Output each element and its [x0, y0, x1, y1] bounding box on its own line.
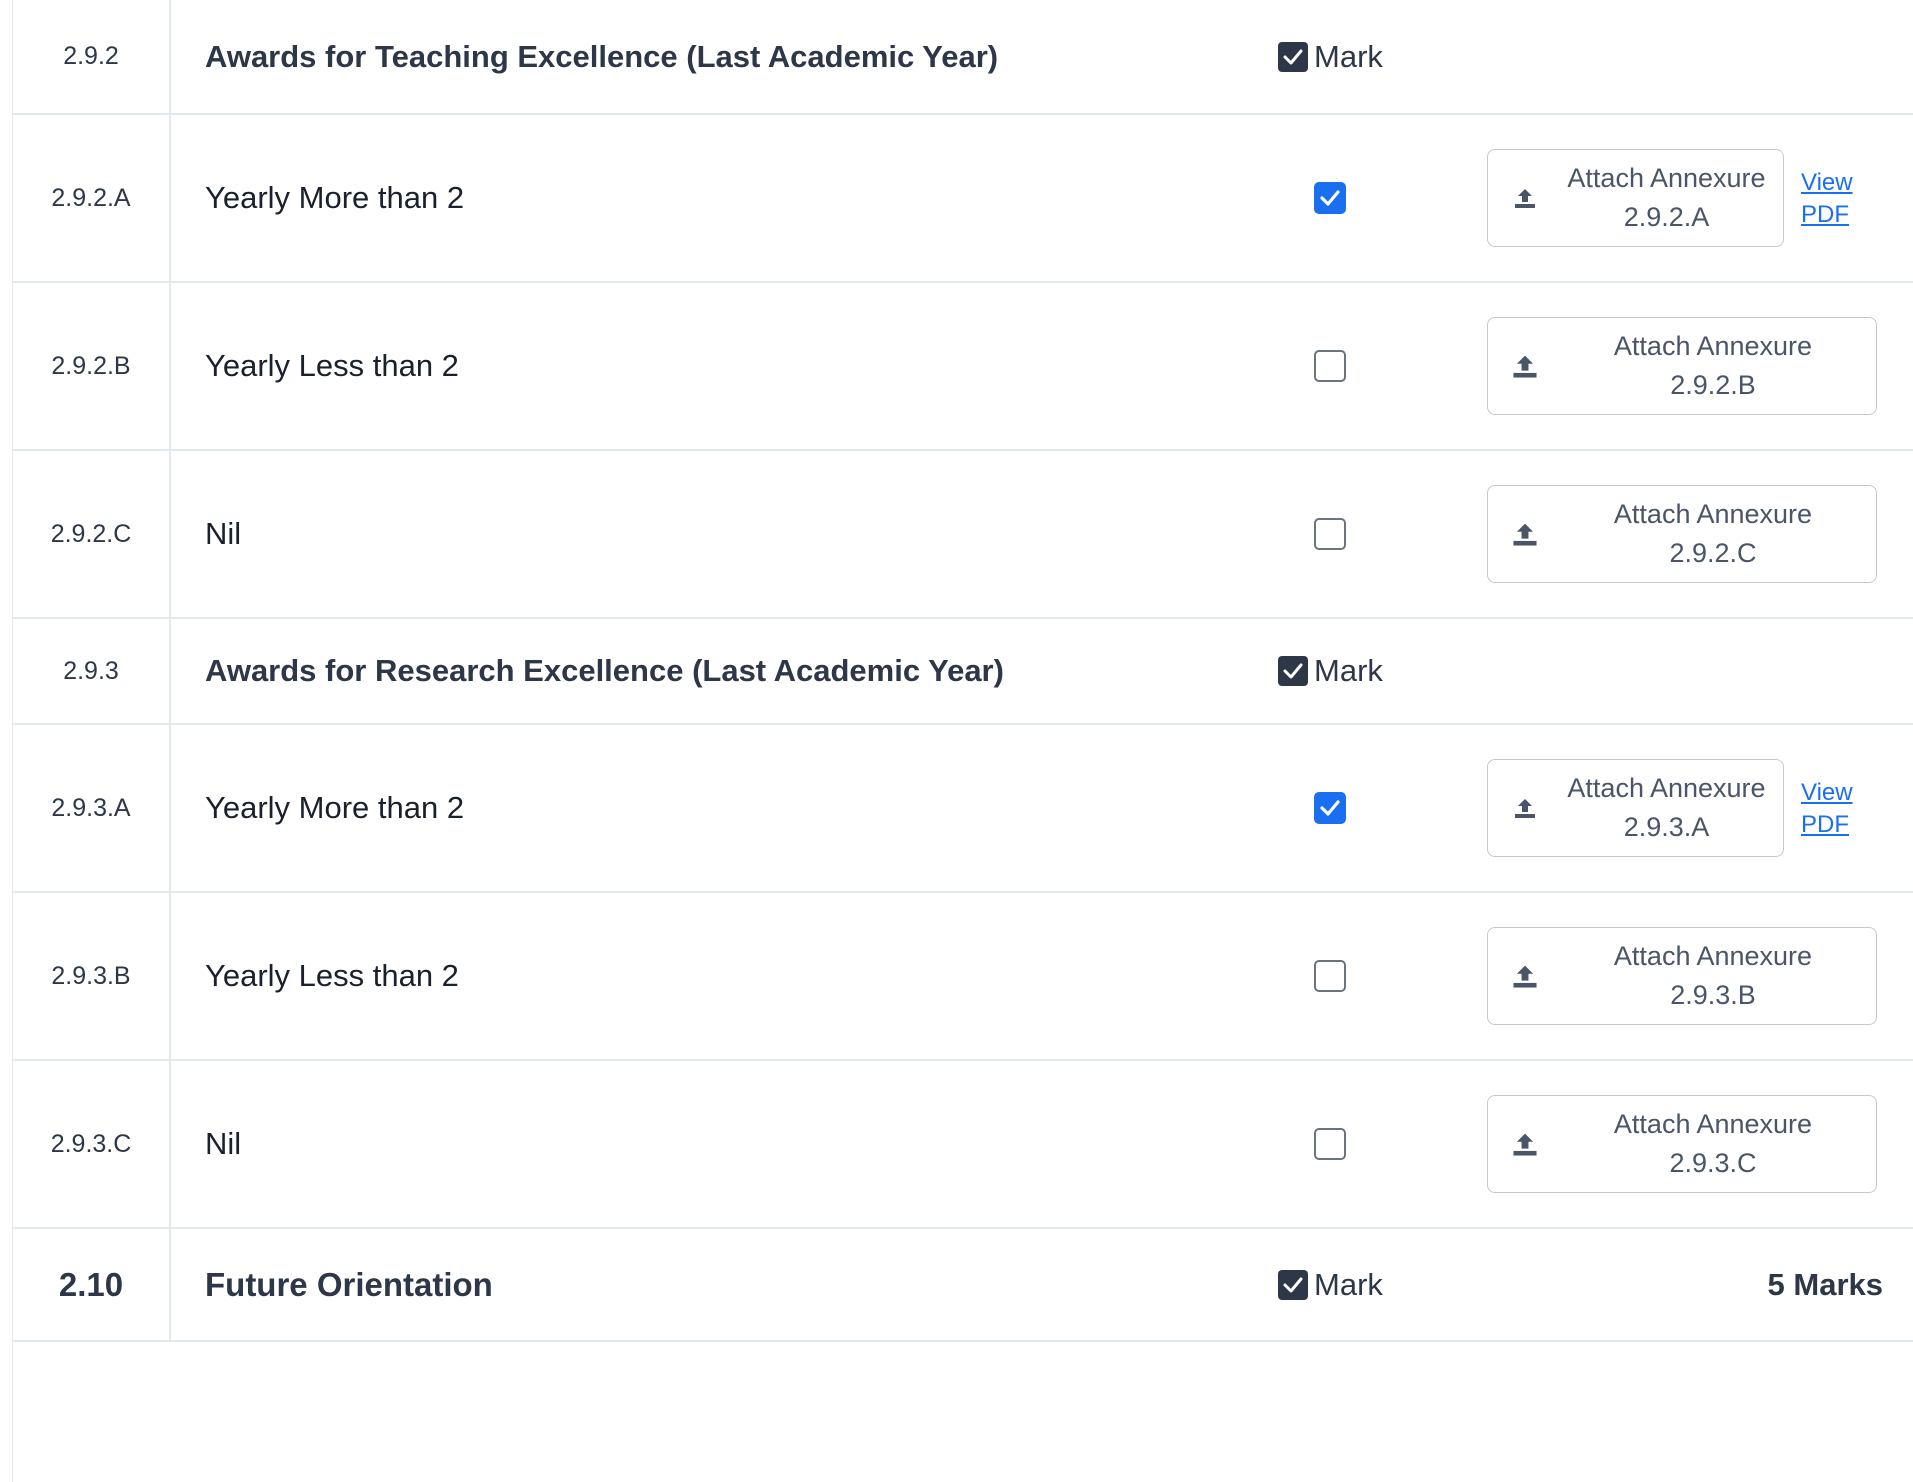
view-pdf-link[interactable]: View PDF — [1801, 777, 1853, 841]
checkbox-checked-icon — [1278, 41, 1308, 72]
section-row-2-9-2: 2.9.2 Awards for Teaching Excellence (La… — [13, 0, 1913, 115]
upload-icon — [1488, 351, 1562, 381]
option-label: Yearly More than 2 — [205, 790, 465, 825]
option-checkbox[interactable] — [1314, 960, 1346, 992]
attach-annexure-button[interactable]: Attach Annexure 2.9.2.C — [1487, 485, 1877, 583]
option-row-2-9-3-a: 2.9.3.A Yearly More than 2 Attach Annexu… — [13, 725, 1913, 893]
option-checkbox[interactable] — [1314, 792, 1346, 824]
upload-icon — [1488, 519, 1562, 549]
attach-annexure-label: Attach Annexure 2.9.2.C — [1613, 499, 1813, 568]
option-label: Yearly More than 2 — [205, 180, 465, 215]
attach-annexure-label: Attach Annexure 2.9.3.A — [1567, 773, 1766, 842]
mark-label: Mark — [1314, 38, 1383, 74]
section-code: 2.9.3 — [13, 619, 171, 723]
option-label: Nil — [205, 1126, 242, 1161]
total-marks: 5 Marks — [1767, 1266, 1883, 1302]
mark-indicator: Mark — [1278, 0, 1383, 113]
upload-icon — [1488, 185, 1562, 211]
attach-annexure-label: Attach Annexure 2.9.3.B — [1613, 941, 1813, 1010]
mark-indicator: Mark — [1278, 1229, 1383, 1340]
attach-annexure-button[interactable]: Attach Annexure 2.9.2.A — [1487, 149, 1784, 247]
section-row-2-9-3: 2.9.3 Awards for Research Excellence (La… — [13, 619, 1913, 725]
option-checkbox[interactable] — [1314, 350, 1346, 382]
option-row-2-9-2-b: 2.9.2.B Yearly Less than 2 Attach Annexu… — [13, 283, 1913, 451]
option-row-2-9-3-c: 2.9.3.C Nil Attach Annexure 2.9.3.C — [13, 1061, 1913, 1229]
attach-annexure-label: Attach Annexure 2.9.2.B — [1613, 331, 1813, 400]
checkbox-checked-icon — [1278, 656, 1308, 686]
checkmark-icon — [1320, 190, 1340, 206]
checkbox-checked-icon — [1278, 1269, 1308, 1300]
option-code: 2.9.3.B — [13, 893, 171, 1059]
section-title: Awards for Teaching Excellence (Last Aca… — [205, 38, 999, 74]
option-row-2-9-2-a: 2.9.2.A Yearly More than 2 Attach Annexu… — [13, 115, 1913, 283]
attach-annexure-button[interactable]: Attach Annexure 2.9.2.B — [1487, 317, 1877, 415]
attach-annexure-button[interactable]: Attach Annexure 2.9.3.B — [1487, 927, 1877, 1025]
option-code: 2.9.3.A — [13, 725, 171, 891]
option-label: Nil — [205, 516, 242, 551]
upload-icon — [1488, 795, 1562, 821]
section-code: 2.10 — [13, 1229, 171, 1340]
upload-icon — [1488, 961, 1562, 991]
option-checkbox[interactable] — [1314, 182, 1346, 214]
upload-icon — [1488, 1129, 1562, 1159]
checkmark-icon — [1320, 800, 1340, 816]
option-code: 2.9.2.A — [13, 115, 171, 281]
attach-annexure-button[interactable]: Attach Annexure 2.9.3.C — [1487, 1095, 1877, 1193]
attach-annexure-label: Attach Annexure 2.9.2.A — [1567, 163, 1766, 232]
option-label: Yearly Less than 2 — [205, 348, 459, 383]
option-row-2-9-3-b: 2.9.3.B Yearly Less than 2 Attach Annexu… — [13, 893, 1913, 1061]
attach-annexure-button[interactable]: Attach Annexure 2.9.3.A — [1487, 759, 1784, 857]
option-code: 2.9.2.C — [13, 451, 171, 617]
option-checkbox[interactable] — [1314, 1128, 1346, 1160]
option-label: Yearly Less than 2 — [205, 958, 459, 993]
criteria-table: 2.9.2 Awards for Teaching Excellence (La… — [12, 0, 1913, 1482]
option-checkbox[interactable] — [1314, 518, 1346, 550]
mark-indicator: Mark — [1278, 619, 1383, 723]
option-code: 2.9.3.C — [13, 1061, 171, 1227]
section-row-2-10: 2.10 Future Orientation Mark 5 Marks — [13, 1229, 1913, 1342]
view-pdf-link[interactable]: View PDF — [1801, 167, 1853, 231]
attach-annexure-label: Attach Annexure 2.9.3.C — [1613, 1109, 1813, 1178]
section-title: Awards for Research Excellence (Last Aca… — [205, 653, 1004, 688]
option-row-2-9-2-c: 2.9.2.C Nil Attach Annexure 2.9.2.C — [13, 451, 1913, 619]
mark-label: Mark — [1314, 1266, 1383, 1302]
section-code: 2.9.2 — [13, 0, 171, 113]
section-title: Future Orientation — [205, 1265, 493, 1303]
option-code: 2.9.2.B — [13, 283, 171, 449]
mark-label: Mark — [1314, 653, 1383, 688]
